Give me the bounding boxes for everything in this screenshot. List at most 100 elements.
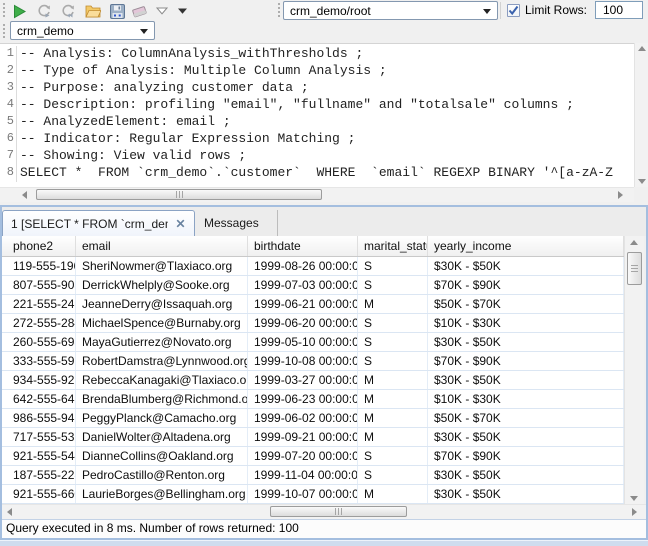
window-bottom-border <box>0 540 648 546</box>
table-cell: 260-555-6936 <box>2 333 76 351</box>
sql-editor[interactable]: 1-- Analysis: ColumnAnalysis_withThresho… <box>0 43 634 187</box>
table-cell: S <box>358 447 428 465</box>
table-row[interactable]: 986-555-9424PeggyPlanck@Camacho.org1999-… <box>2 409 624 428</box>
table-row[interactable]: 921-555-6608LaurieBorges@Bellingham.org1… <box>2 485 624 504</box>
line-number: 8 <box>0 165 17 182</box>
table-cell: 272-555-2844 <box>2 314 76 332</box>
table-cell: $50K - $70K <box>428 409 624 427</box>
line-number: 7 <box>0 148 17 165</box>
table-row[interactable]: 807-555-9033DerrickWhelply@Sooke.org1999… <box>2 276 624 295</box>
toolbar-separator <box>500 2 501 19</box>
table-cell: 807-555-9033 <box>2 276 76 294</box>
table-cell: RobertDamstra@Lynnwood.org <box>76 352 248 370</box>
tab-result-1[interactable]: 1 [SELECT * FROM `crm_dem...] <box>2 210 195 236</box>
chevron-down-icon <box>140 29 148 34</box>
column-header-phone2[interactable]: phone2 <box>2 236 76 256</box>
save-icon[interactable] <box>108 2 126 20</box>
grid-vertical-scrollbar[interactable] <box>624 236 644 505</box>
clear-editor-icon[interactable] <box>131 2 149 20</box>
line-number: 4 <box>0 97 17 114</box>
table-row[interactable]: 260-555-6936MayaGutierrez@Novato.org1999… <box>2 333 624 352</box>
table-cell: 1999-06-20 00:00:00.000 <box>248 314 358 332</box>
table-cell: $70K - $90K <box>428 276 624 294</box>
column-header-email[interactable]: email <box>76 236 248 256</box>
table-cell: $30K - $50K <box>428 257 624 275</box>
table-row[interactable]: 333-555-5915RobertDamstra@Lynnwood.org19… <box>2 352 624 371</box>
table-cell: MichaelSpence@Burnaby.org <box>76 314 248 332</box>
code-line: 2-- Type of Analysis: Multiple Column An… <box>0 63 634 80</box>
database-combo[interactable]: crm_demo <box>10 21 155 40</box>
table-cell: S <box>358 276 428 294</box>
execute-all-icon[interactable] <box>59 2 77 20</box>
table-cell: PedroCastillo@Renton.org <box>76 466 248 484</box>
column-header-marital_status[interactable]: marital_status <box>358 236 428 256</box>
line-text: -- Type of Analysis: Multiple Column Ana… <box>17 63 387 80</box>
toolbar-grip[interactable] <box>2 23 6 40</box>
table-cell: S <box>358 333 428 351</box>
table-cell: DianneCollins@Oakland.org <box>76 447 248 465</box>
code-line: 7-- Showing: View valid rows ; <box>0 148 634 165</box>
line-text: -- Showing: View valid rows ; <box>17 148 246 165</box>
grid-horizontal-scrollbar[interactable] <box>2 504 646 519</box>
table-cell: 717-555-5324 <box>2 428 76 446</box>
sql-editor-window: crm_demo/root Limit Rows: crm_demo 1-- A… <box>0 0 648 546</box>
code-line: 5-- AnalyzedElement: email ; <box>0 114 634 131</box>
scroll-right-icon[interactable] <box>632 508 637 516</box>
scroll-down-icon[interactable] <box>630 496 638 501</box>
status-text: Query executed in 8 ms. Number of rows r… <box>6 521 299 535</box>
table-cell: PeggyPlanck@Camacho.org <box>76 409 248 427</box>
table-body: 119-555-1969SheriNowmer@Tlaxiaco.org1999… <box>2 257 624 504</box>
close-icon[interactable] <box>175 217 186 230</box>
editor-hscroll-thumb[interactable] <box>36 189 322 200</box>
database-combo-value: crm_demo <box>17 24 74 38</box>
scroll-up-icon[interactable] <box>630 240 638 245</box>
limit-rows-checkbox[interactable] <box>507 4 520 17</box>
connection-combo[interactable]: crm_demo/root <box>283 1 498 20</box>
line-text: -- Description: profiling "email", "full… <box>17 97 574 114</box>
table-cell: 986-555-9424 <box>2 409 76 427</box>
table-cell: M <box>358 295 428 313</box>
table-cell: S <box>358 257 428 275</box>
scroll-right-icon[interactable] <box>618 191 623 199</box>
scroll-up-icon[interactable] <box>638 46 646 51</box>
table-cell: M <box>358 371 428 389</box>
toolbar-grip[interactable] <box>2 2 6 19</box>
open-file-icon[interactable] <box>84 2 102 20</box>
column-header-birthdate[interactable]: birthdate <box>248 236 358 256</box>
editor-horizontal-scrollbar[interactable] <box>0 187 634 202</box>
table-cell: $50K - $70K <box>428 295 624 313</box>
outline-dropdown-icon[interactable] <box>155 2 169 20</box>
scroll-left-icon[interactable] <box>7 508 12 516</box>
table-cell: BrendaBlumberg@Richmond.org <box>76 390 248 408</box>
table-cell: S <box>358 466 428 484</box>
table-row[interactable]: 921-555-5446DianneCollins@Oakland.org199… <box>2 447 624 466</box>
table-row[interactable]: 934-555-9211RebeccaKanagaki@Tlaxiaco.org… <box>2 371 624 390</box>
limit-rows-label: Limit Rows: <box>525 0 587 21</box>
menu-dropdown-icon[interactable] <box>176 2 188 20</box>
scroll-down-icon[interactable] <box>638 179 646 184</box>
table-row[interactable]: 717-555-5324DanielWolter@Altadena.org199… <box>2 428 624 447</box>
editor-vertical-scrollbar[interactable] <box>634 43 648 187</box>
grid-hscroll-thumb[interactable] <box>270 506 407 517</box>
grid-vscroll-thumb[interactable] <box>627 252 642 285</box>
toolbar-grip[interactable] <box>277 2 281 19</box>
limit-rows-input[interactable] <box>595 1 643 19</box>
execute-selected-icon[interactable] <box>35 2 53 20</box>
table-row[interactable]: 187-555-2286PedroCastillo@Renton.org1999… <box>2 466 624 485</box>
code-line: 8SELECT * FROM `crm_demo`.`customer` WHE… <box>0 165 634 182</box>
results-panel: 1 [SELECT * FROM `crm_dem...] Messages p… <box>0 205 648 540</box>
table-cell: 1999-06-02 00:00:00.000 <box>248 409 358 427</box>
table-cell: $10K - $30K <box>428 314 624 332</box>
table-row[interactable]: 642-555-6483BrendaBlumberg@Richmond.org1… <box>2 390 624 409</box>
tab-messages[interactable]: Messages <box>196 210 278 236</box>
table-row[interactable]: 221-555-2493JeanneDerry@Issaquah.org1999… <box>2 295 624 314</box>
table-row[interactable]: 272-555-2844MichaelSpence@Burnaby.org199… <box>2 314 624 333</box>
table-cell: 1999-06-23 00:00:00.000 <box>248 390 358 408</box>
table-row[interactable]: 119-555-1969SheriNowmer@Tlaxiaco.org1999… <box>2 257 624 276</box>
table-cell: $70K - $90K <box>428 352 624 370</box>
scroll-left-icon[interactable] <box>22 191 27 199</box>
table-cell: 1999-10-07 00:00:00.000 <box>248 485 358 503</box>
column-header-yearly_income[interactable]: yearly_income <box>428 236 624 256</box>
run-icon[interactable] <box>10 2 28 20</box>
table-cell: 1999-07-20 00:00:00.000 <box>248 447 358 465</box>
